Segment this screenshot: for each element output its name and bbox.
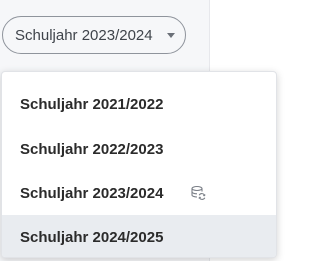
- menu-item-label: Schuljahr 2021/2022: [20, 95, 164, 113]
- menu-item-label: Schuljahr 2023/2024: [20, 184, 164, 202]
- school-year-select-label: Schuljahr 2023/2024: [15, 26, 153, 44]
- menu-item-schuljahr-2024-2025[interactable]: Schuljahr 2024/2025: [2, 215, 276, 257]
- menu-item-schuljahr-2021-2022[interactable]: Schuljahr 2021/2022: [2, 82, 276, 126]
- school-year-select[interactable]: Schuljahr 2023/2024: [2, 16, 186, 54]
- menu-item-schuljahr-2022-2023[interactable]: Schuljahr 2022/2023: [2, 127, 276, 171]
- menu-item-schuljahr-2023-2024[interactable]: Schuljahr 2023/2024: [2, 171, 276, 215]
- menu-item-label: Schuljahr 2022/2023: [20, 140, 164, 158]
- caret-down-icon: [167, 33, 175, 38]
- menu-item-label: Schuljahr 2024/2025: [20, 228, 164, 246]
- school-year-dropdown-menu: Schuljahr 2021/2022 Schuljahr 2022/2023 …: [1, 71, 277, 258]
- database-sync-icon: [191, 185, 206, 200]
